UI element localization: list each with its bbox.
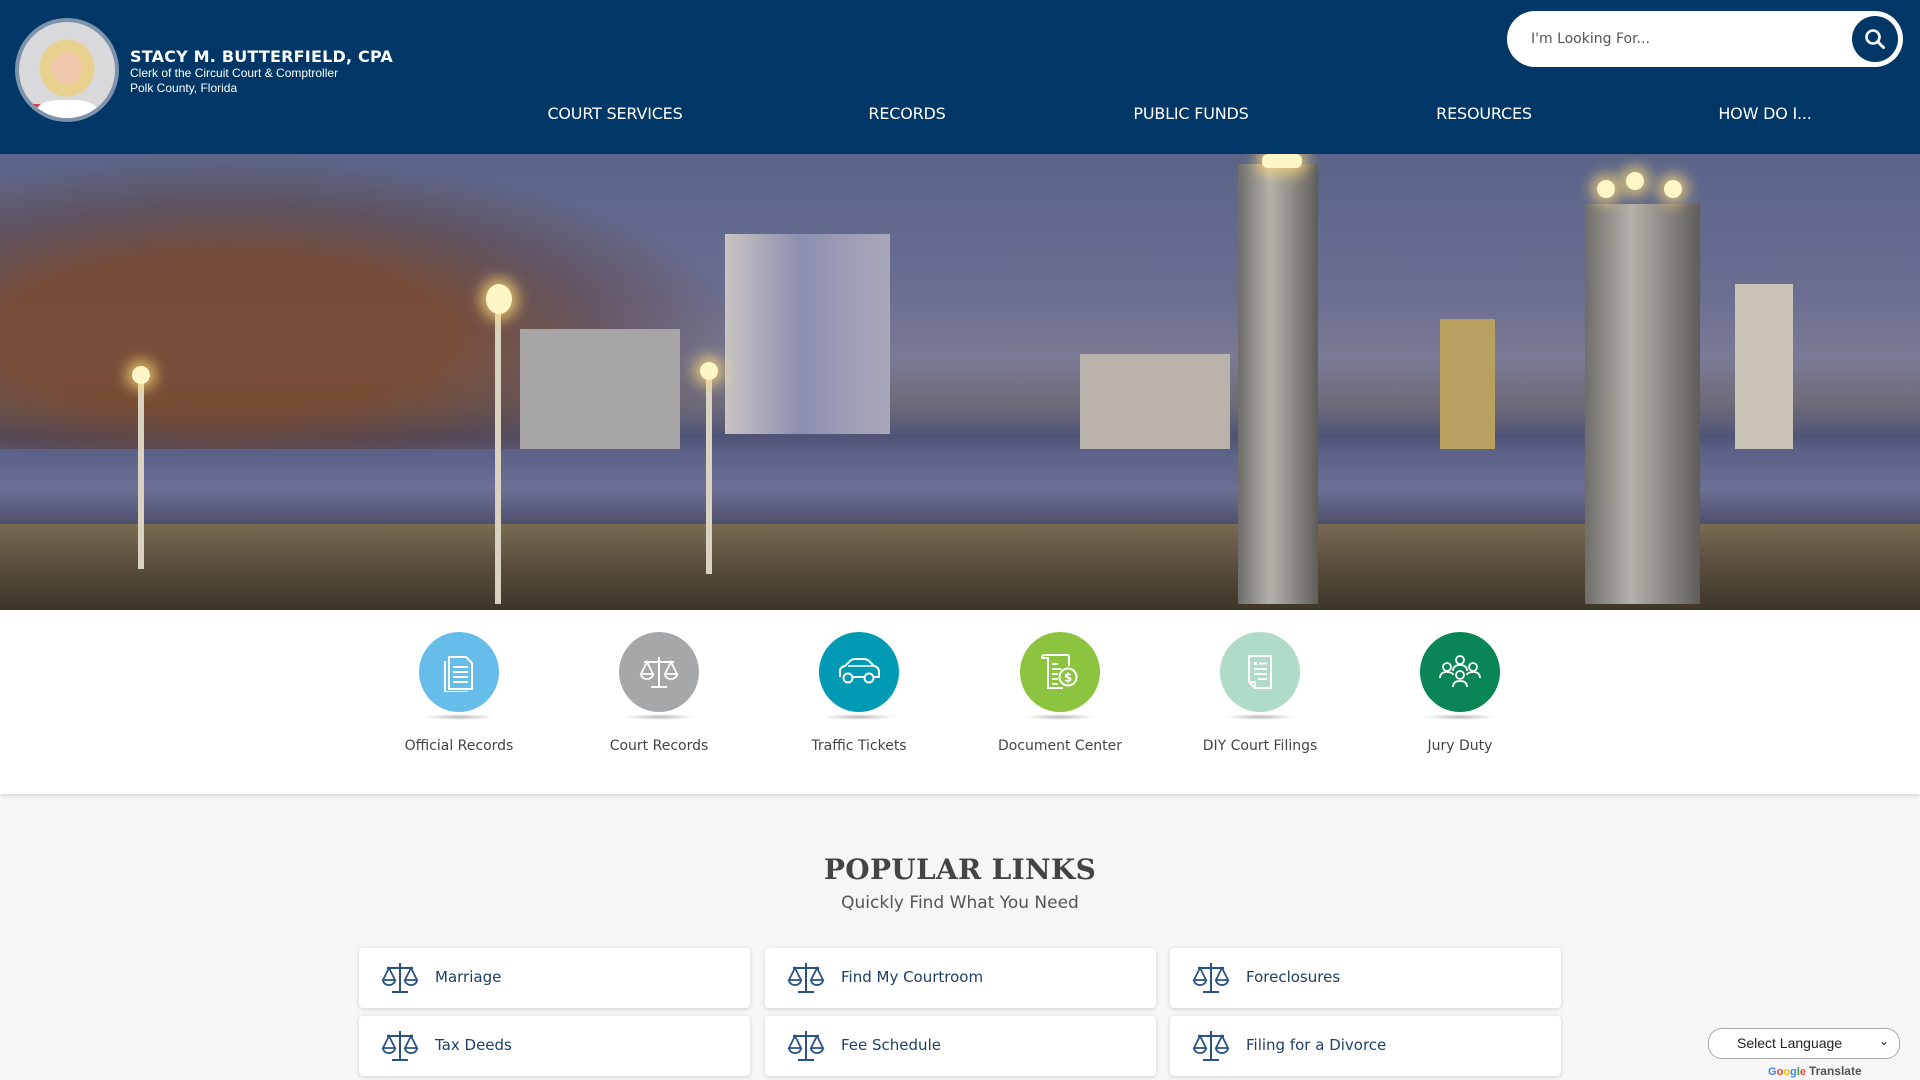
quick-link-circle (619, 632, 699, 712)
quick-link-circle (1420, 632, 1500, 712)
hero-image (0, 154, 1920, 610)
form-icon (1248, 655, 1272, 689)
circle-shadow (1424, 714, 1496, 720)
nav-court-services[interactable]: COURT SERVICES (547, 104, 682, 123)
hero-lamp (1664, 180, 1682, 198)
search-input[interactable] (1531, 27, 1831, 51)
document-icon (444, 656, 473, 692)
quick-link-circle (419, 632, 499, 712)
quick-link-label: Court Records (609, 738, 709, 754)
quick-link-label: Official Records (404, 738, 514, 754)
search-icon (1865, 29, 1885, 49)
nav-resources[interactable]: RESOURCES (1436, 104, 1532, 123)
quick-link-label: Traffic Tickets (811, 738, 907, 754)
hero-building (520, 329, 680, 449)
scales-icon (1193, 962, 1229, 993)
scales-icon (788, 1030, 824, 1061)
people-group-icon (1439, 655, 1481, 688)
popular-link-label: Tax Deeds (435, 1036, 512, 1054)
clerk-name: STACY M. BUTTERFIELD, CPA (130, 47, 393, 66)
quick-link-traffic-tickets[interactable]: Traffic Tickets (784, 632, 934, 754)
scales-icon (382, 1030, 418, 1061)
hero-lamp (486, 284, 512, 314)
hero-lamp (1626, 172, 1644, 190)
popular-link-label: Find My Courtroom (841, 968, 984, 986)
hero-pillar (1238, 164, 1318, 604)
quick-link-circle: $ (1020, 632, 1100, 712)
search-button[interactable] (1852, 16, 1898, 62)
nav-public-funds[interactable]: PUBLIC FUNDS (1133, 104, 1248, 123)
quick-link-diy-court-filings[interactable]: DIY Court Filings (1185, 632, 1335, 754)
quick-link-court-records[interactable]: Court Records (584, 632, 734, 754)
circle-shadow (623, 714, 695, 720)
translate-label: Translate (1808, 1064, 1862, 1078)
quick-link-circle (1220, 632, 1300, 712)
nav-how-do-i[interactable]: HOW DO I... (1718, 104, 1812, 123)
scales-icon (788, 962, 824, 993)
site-header: STACY M. BUTTERFIELD, CPA Clerk of the C… (0, 0, 1920, 154)
circle-shadow (1024, 714, 1096, 720)
quick-link-circle (819, 632, 899, 712)
popular-link-foreclosures[interactable]: Foreclosures (1170, 948, 1561, 1008)
popular-link-label: Fee Schedule (841, 1036, 941, 1054)
hero-lamp-post (706, 374, 712, 574)
main-nav: COURT SERVICES RECORDS PUBLIC FUNDS RESO… (0, 104, 1920, 130)
hero-lamp-post (138, 379, 144, 569)
language-select-label: Select Language (1737, 1035, 1843, 1051)
popular-link-marriage[interactable]: Marriage (359, 948, 750, 1008)
hero-lamp-post (495, 304, 501, 604)
language-select[interactable]: Select Language ⌄ (1708, 1028, 1900, 1059)
hero-lamp (1597, 180, 1615, 198)
scales-icon (1193, 1030, 1229, 1061)
quick-link-label: Document Center (997, 738, 1123, 754)
hero-building (1735, 284, 1793, 449)
popular-link-tax-deeds[interactable]: Tax Deeds (359, 1016, 750, 1076)
receipt-dollar-icon: $ (1041, 654, 1078, 689)
quick-link-label: Jury Duty (1427, 738, 1493, 754)
hero-lamp (132, 366, 150, 384)
google-logo: Google (1768, 1066, 1806, 1078)
chevron-down-icon: ⌄ (1878, 1034, 1889, 1048)
nav-records[interactable]: RECORDS (868, 104, 945, 123)
scales-icon (382, 962, 418, 993)
hero-building (725, 234, 890, 434)
quick-link-official-records[interactable]: Official Records (384, 632, 534, 754)
hero-pillar (1585, 204, 1700, 604)
svg-text:$: $ (1064, 671, 1072, 685)
popular-link-label: Foreclosures (1246, 968, 1341, 986)
popular-link-fee-schedule[interactable]: Fee Schedule (765, 1016, 1156, 1076)
clerk-title: Clerk of the Circuit Court & Comptroller (130, 66, 339, 80)
popular-link-filing-for-a-divorce[interactable]: Filing for a Divorce (1170, 1016, 1561, 1076)
quick-links-bar: Official Records Court Records Traffic T… (0, 610, 1920, 794)
circle-shadow (423, 714, 495, 720)
clerk-location: Polk County, Florida (130, 81, 238, 95)
hero-lamp (1262, 154, 1302, 168)
search-bar (1507, 11, 1903, 67)
quick-link-document-center[interactable]: $ Document Center (985, 632, 1135, 754)
hero-building (1440, 319, 1495, 449)
popular-link-label: Filing for a Divorce (1246, 1036, 1387, 1054)
popular-links-title: POPULAR LINKS (823, 853, 1097, 886)
circle-shadow (1224, 714, 1296, 720)
popular-link-find-my-courtroom[interactable]: Find My Courtroom (765, 948, 1156, 1008)
quick-link-label: DIY Court Filings (1202, 738, 1318, 754)
site-brand[interactable]: STACY M. BUTTERFIELD, CPA Clerk of the C… (130, 47, 393, 96)
google-translate-credit[interactable]: Google Translate (1768, 1064, 1862, 1078)
hero-building (1080, 354, 1230, 449)
scales-icon (639, 657, 679, 688)
hero-lamp (700, 362, 718, 380)
popular-links-subtitle: Quickly Find What You Need (841, 893, 1079, 913)
circle-shadow (823, 714, 895, 720)
car-icon (839, 658, 880, 684)
popular-link-label: Marriage (435, 968, 502, 986)
quick-link-jury-duty[interactable]: Jury Duty (1385, 632, 1535, 754)
